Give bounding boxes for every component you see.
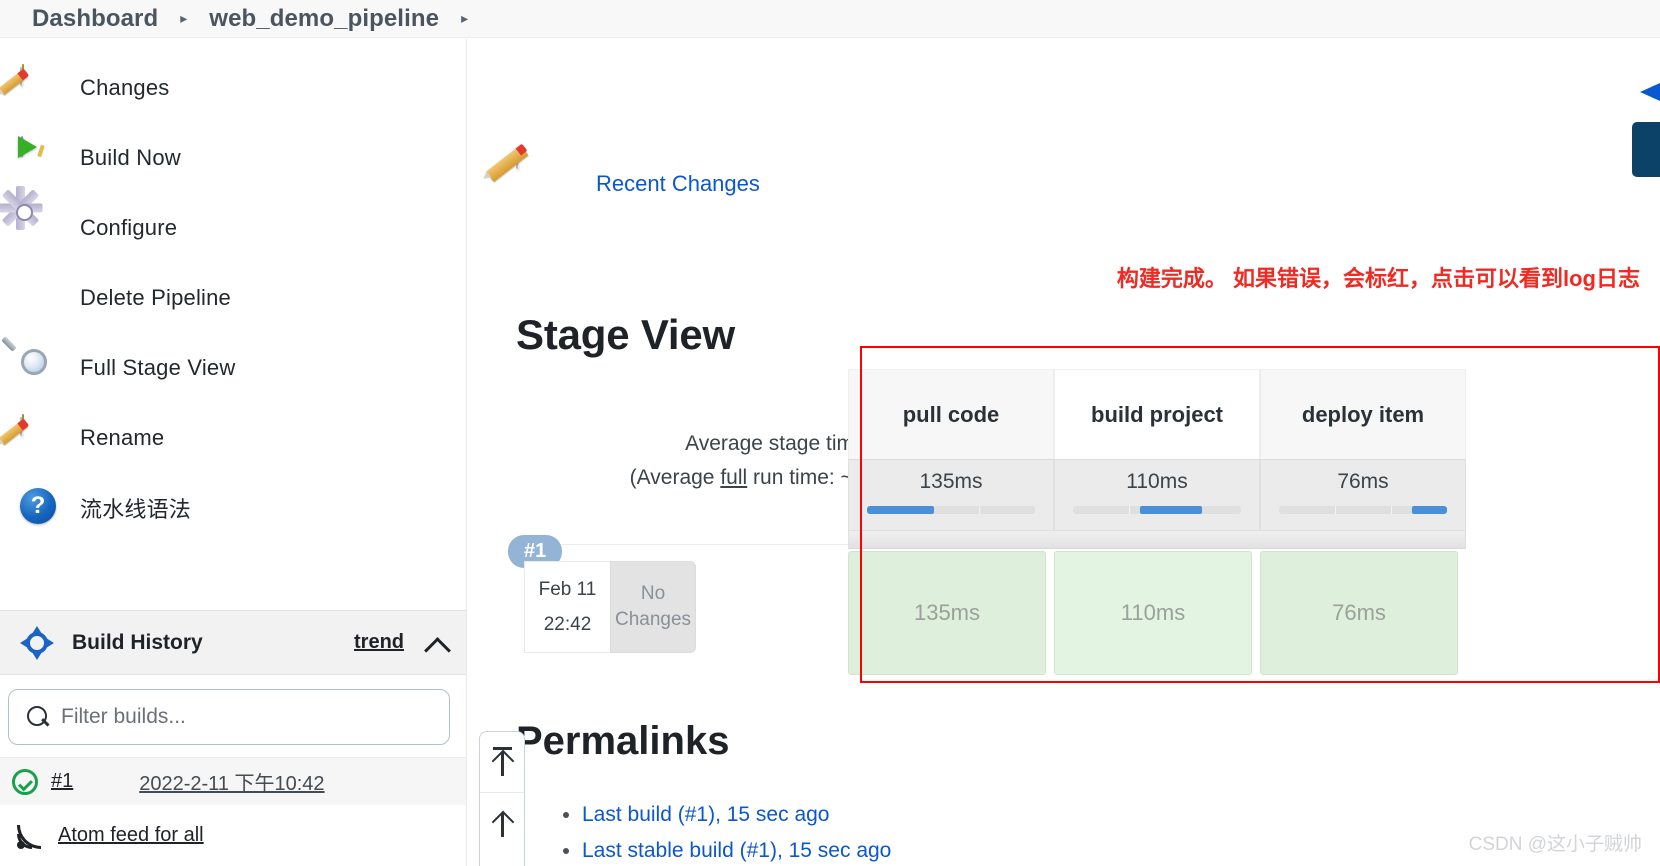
annotation-text: 构建完成。 如果错误，会标红，点击可以看到log日志 (1116, 266, 1640, 291)
run-date: Feb 11 (538, 578, 597, 600)
average-stage-duration: 76ms (1337, 470, 1389, 493)
build-history-title: Build History (72, 630, 203, 654)
average-stage-duration: 135ms (919, 470, 983, 493)
average-stage-times-label: Average stage times: (Average full run t… (468, 427, 882, 495)
breadcrumb: Dashboard ▸ web_demo_pipeline ▸ (0, 0, 1660, 38)
breadcrumb-item-dashboard[interactable]: Dashboard (26, 3, 164, 35)
atom-feed-link[interactable]: Atom feed for all (58, 824, 204, 847)
sidebar-item-label: Changes (80, 75, 170, 100)
stage-run-cell[interactable]: 110ms (1054, 551, 1252, 675)
sidebar-item-label: Delete Pipeline (80, 285, 231, 310)
permalinks-list: Last build (#1), 15 sec ago Last stable … (554, 797, 891, 866)
build-number-link[interactable]: #1 (51, 770, 73, 793)
sidebar-item-changes[interactable]: Changes (0, 53, 466, 123)
search-icon (25, 704, 51, 730)
filter-builds-input[interactable] (59, 704, 429, 730)
notepad-pencil-icon (485, 144, 578, 217)
rss-icon (16, 820, 46, 850)
scroll-buttons (479, 731, 525, 866)
main-content: Recent Changes 构建完成。 如果错误，会标红，点击可以看到log日… (468, 39, 1660, 866)
recent-changes-link-group[interactable]: Recent Changes (485, 144, 760, 217)
atom-feed-row[interactable]: Atom feed for all (0, 807, 466, 863)
sidebar-item-label: Rename (80, 425, 165, 450)
permalink-link[interactable]: Last build (#1), 15 sec ago (582, 803, 830, 826)
sidebar-item-label: Build Now (80, 145, 181, 170)
permalink-link[interactable]: Last stable build (#1), 15 sec ago (582, 839, 891, 862)
run-date-block: Feb 11 22:42 (524, 561, 610, 653)
run-time: 22:42 (543, 613, 592, 635)
clock-play-icon (18, 136, 60, 178)
jenkins-job-page: Dashboard ▸ web_demo_pipeline ▸ Changes … (0, 0, 1660, 866)
build-trend-link[interactable]: trend (354, 631, 404, 654)
stage-run-cell[interactable]: 76ms (1260, 551, 1458, 675)
stage-header-cell[interactable]: deploy item (1260, 369, 1466, 459)
breadcrumb-separator-2-icon: ▸ (461, 10, 469, 26)
stage-duration-bar (1279, 506, 1447, 514)
build-filter (8, 689, 458, 745)
sidebar-task-list: Changes Build Now Configure Delete Pipel… (0, 39, 466, 551)
build-timestamp-link[interactable]: 2022-2-11 下午10:42 (139, 767, 324, 796)
breadcrumb-item-job[interactable]: web_demo_pipeline (203, 3, 445, 35)
sidebar-item-delete-pipeline[interactable]: Delete Pipeline (0, 263, 466, 333)
page-title: Stage View (516, 311, 735, 358)
gear-icon (0, 186, 60, 248)
average-stage-times-row: 135ms 110ms 76ms (848, 459, 1466, 531)
edge-arrow-icon[interactable] (1640, 83, 1660, 101)
build-history-row[interactable]: #1 2022-2-11 下午10:42 (0, 757, 466, 805)
stage-header-cell[interactable]: build project (1054, 369, 1260, 459)
stage-header-row: pull code build project deploy item (848, 369, 1466, 459)
stage-table-separator (848, 531, 1466, 549)
run-meta-card: Feb 11 22:42 No Changes (524, 561, 696, 653)
notepad-pencil-icon (0, 67, 60, 108)
sidebar-item-build-now[interactable]: Build Now (0, 123, 466, 193)
help-circle-icon: ? (20, 488, 60, 528)
run-changes-block[interactable]: No Changes (610, 561, 696, 653)
sidebar-item-pipeline-syntax[interactable]: ? 流水线语法 (0, 473, 466, 543)
stage-header-cell[interactable]: pull code (848, 369, 1054, 459)
breadcrumb-separator-icon: ▸ (180, 10, 188, 26)
build-history-icon (20, 625, 54, 660)
chevron-up-icon[interactable] (426, 632, 448, 654)
stage-view-table: pull code build project deploy item 135m… (848, 369, 1466, 675)
sidebar-item-configure[interactable]: Configure (0, 186, 466, 263)
permalinks-title: Permalinks (516, 719, 730, 763)
status-success-icon (12, 768, 38, 795)
avg-full-word: full (720, 466, 748, 489)
notepad-pencil-icon (0, 417, 60, 458)
avg-prefix: (Average (629, 466, 721, 489)
list-item: Last stable build (#1), 15 sec ago (582, 833, 891, 866)
ban-icon (20, 278, 60, 318)
stage-duration-bar (1073, 506, 1241, 514)
scroll-to-top-icon[interactable] (480, 732, 524, 792)
list-item: Last build (#1), 15 sec ago (582, 797, 891, 833)
sidebar-item-rename[interactable]: Rename (0, 403, 466, 473)
average-stage-cell: 110ms (1054, 459, 1260, 531)
magnifier-icon (1, 336, 60, 388)
stage-duration-bar (867, 506, 1035, 514)
average-stage-cell: 135ms (848, 459, 1054, 531)
sidebar-item-label: Full Stage View (80, 355, 236, 380)
watermark: CSDN @这小子贼帅 (1468, 834, 1642, 855)
average-stage-cell: 76ms (1260, 459, 1466, 531)
average-stage-duration: 110ms (1126, 470, 1188, 493)
edge-panel-handle[interactable] (1632, 122, 1660, 177)
sidebar: Changes Build Now Configure Delete Pipel… (0, 39, 467, 866)
sidebar-item-full-stage-view[interactable]: Full Stage View (0, 333, 466, 403)
stage-run-cell[interactable]: 135ms (848, 551, 1046, 675)
average-run-time-text: (Average full run time: ~2s) (468, 461, 882, 495)
build-history-header: Build History trend (0, 610, 466, 675)
scroll-up-icon[interactable] (480, 792, 524, 852)
average-stage-times-text: Average stage times: (685, 432, 882, 455)
recent-changes-link[interactable]: Recent Changes (596, 171, 760, 197)
stage-run-row: 135ms 110ms 76ms (848, 551, 1466, 675)
stage-run-meta: #1 Feb 11 22:42 No Changes (508, 535, 858, 665)
sidebar-item-label: Configure (80, 215, 178, 240)
sidebar-item-label: 流水线语法 (80, 497, 192, 522)
build-filter-box[interactable] (8, 689, 450, 745)
